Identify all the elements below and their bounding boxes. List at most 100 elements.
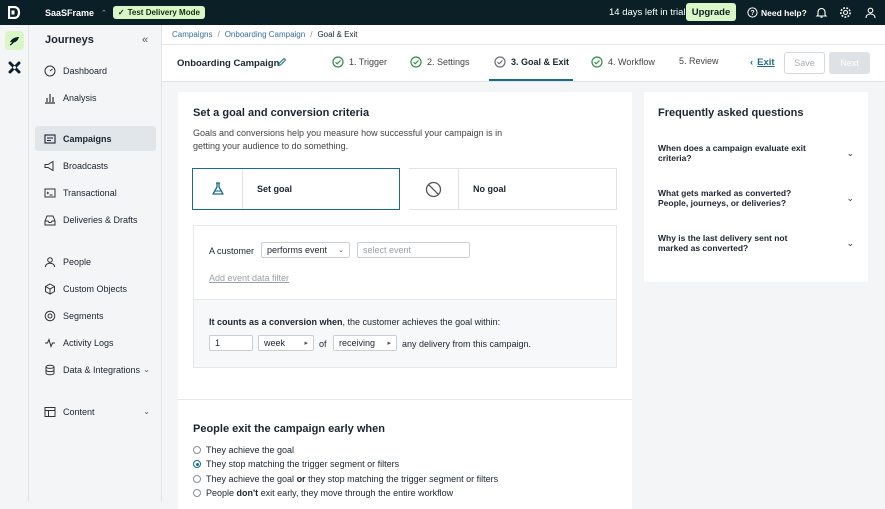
collapse-sidebar-icon[interactable]: « [142, 34, 148, 46]
gear-icon[interactable] [839, 6, 852, 19]
check-circle-icon [410, 56, 422, 68]
bar-chart-icon [44, 92, 56, 104]
no-goal-label: No goal [473, 184, 506, 194]
next-button[interactable]: Next [829, 52, 870, 74]
step-bar: Onboarding Campaign 1. Trigger 2. Settin… [162, 45, 885, 82]
caret-icon: ▸ [387, 340, 391, 347]
check-circle-icon [494, 56, 506, 68]
sidebar-item-segments[interactable]: Segments [35, 303, 156, 328]
faq-item[interactable]: What gets marked as converted? People, j… [658, 188, 854, 208]
app-logo-icon[interactable] [0, 0, 29, 25]
database-icon [44, 364, 56, 376]
step-label: 3. Goal & Exit [511, 57, 570, 67]
faq-item[interactable]: When does a campaign evaluate exit crite… [658, 143, 854, 163]
faq-question: What gets marked as converted? People, j… [658, 188, 792, 208]
no-goal-option[interactable]: No goal [409, 168, 617, 210]
breadcrumb-separator: / [217, 30, 220, 39]
megaphone-icon [44, 160, 56, 172]
prohibited-icon [409, 169, 459, 209]
step-settings[interactable]: 2. Settings [410, 56, 470, 68]
terminal-icon [44, 187, 56, 199]
bell-icon[interactable] [815, 6, 828, 19]
step-label: 5. Review [679, 56, 719, 66]
exit-option-text: they stop matching the trigger segment o… [305, 474, 499, 484]
exit-link[interactable]: ‹ Exit [750, 57, 775, 68]
sidebar-item-label: Analysis [63, 92, 97, 103]
sidebar-item-campaigns[interactable]: Campaigns [35, 126, 156, 151]
exit-option-emphasis: don't [236, 488, 259, 498]
sidebar-item-label: Campaigns [63, 133, 112, 144]
sidebar: Journeys « Dashboard Analysis Campaigns … [29, 25, 162, 502]
select-event-input[interactable]: select event [357, 242, 470, 258]
sidebar-item-label: People [63, 256, 92, 267]
goal-event-row: A customer performs event ⌄ select event… [194, 226, 616, 300]
exit-option-emphasis: or [296, 474, 306, 484]
goal-panel: Set a goal and conversion criteria Goals… [178, 92, 632, 509]
upgrade-button[interactable]: Upgrade [686, 3, 736, 21]
gauge-icon [44, 65, 56, 77]
sidebar-item-people[interactable]: People [35, 249, 156, 274]
receiving-select[interactable]: receiving ▸ [333, 335, 397, 351]
event-type-select[interactable]: performs event ⌄ [261, 242, 350, 258]
add-event-filter-link[interactable]: Add event data filter [209, 273, 289, 283]
sidebar-item-dashboard[interactable]: Dashboard [35, 58, 156, 83]
breadcrumb-campaigns[interactable]: Campaigns [172, 30, 212, 39]
sidebar-item-label: Content [63, 406, 95, 417]
chevron-left-icon: ‹ [750, 57, 754, 68]
pencil-icon[interactable] [277, 57, 287, 67]
time-unit-select[interactable]: week ▸ [258, 335, 314, 351]
step-review[interactable]: 5. Review [679, 56, 719, 66]
svg-text:?: ? [750, 10, 754, 17]
faq-panel: Frequently asked questions When does a c… [644, 92, 868, 282]
help-button[interactable]: ? Need help? [747, 7, 807, 18]
exit-option-label: They achieve the goal [206, 445, 295, 455]
sidebar-item-label: Custom Objects [63, 283, 128, 294]
sidebar-item-deliveries[interactable]: Deliveries & Drafts [35, 207, 156, 232]
workspace-switcher-icon[interactable]: ⌃ [101, 9, 107, 17]
sidebar-item-data-integrations[interactable]: Data & Integrations ⌄ [35, 357, 156, 382]
breadcrumb-current: Goal & Exit [317, 30, 358, 39]
exit-option-goal-or-stop[interactable]: They achieve the goal or they stop match… [193, 474, 498, 484]
exit-option-text: exit early, they move through the entire… [258, 488, 454, 498]
radio-icon [193, 446, 201, 454]
chevron-down-icon[interactable]: ⌄ [143, 407, 150, 416]
step-workflow[interactable]: 4. Workflow [591, 56, 655, 68]
save-button[interactable]: Save [784, 52, 825, 74]
integrations-app-icon[interactable] [5, 58, 24, 77]
receiving-value: receiving [339, 338, 376, 348]
question-circle-icon: ? [747, 7, 758, 18]
exit-section: People exit the campaign early when They… [178, 399, 632, 509]
step-trigger[interactable]: 1. Trigger [332, 56, 387, 68]
chevron-down-icon: ⌄ [338, 247, 344, 254]
active-step-indicator [489, 79, 573, 81]
step-goal-exit[interactable]: 3. Goal & Exit [494, 56, 569, 68]
workspace-name[interactable]: SaaSFrame [45, 8, 94, 18]
journeys-app-icon[interactable] [5, 31, 24, 50]
sidebar-item-activity-logs[interactable]: Activity Logs [35, 330, 156, 355]
exit-option-achieve-goal[interactable]: They achieve the goal [193, 445, 294, 455]
faq-item[interactable]: Why is the last delivery sent not marked… [658, 233, 854, 253]
app-rail [0, 25, 29, 502]
chevron-down-icon[interactable]: ⌄ [143, 365, 150, 374]
exit-option-text: They achieve the goal [206, 474, 297, 484]
sidebar-item-broadcasts[interactable]: Broadcasts [35, 153, 156, 178]
sidebar-item-custom-objects[interactable]: Custom Objects [35, 276, 156, 301]
set-goal-option[interactable]: Set goal [192, 168, 400, 210]
caret-icon: ▸ [304, 340, 308, 347]
step-label: 4. Workflow [608, 57, 655, 67]
check-circle-icon [591, 56, 603, 68]
user-icon[interactable] [864, 6, 877, 19]
exit-option-stop-matching[interactable]: They stop matching the trigger segment o… [193, 459, 399, 469]
sidebar-item-content[interactable]: Content ⌄ [35, 399, 156, 424]
of-label: of [319, 339, 327, 349]
cube-icon [44, 282, 56, 295]
conversion-window-input[interactable]: 1 [209, 335, 253, 351]
sidebar-item-transactional[interactable]: Transactional [35, 180, 156, 205]
exit-option-text: People [206, 488, 237, 498]
breadcrumb-onboarding[interactable]: Onboarding Campaign [225, 30, 306, 39]
exit-option-label: People don't exit early, they move throu… [206, 488, 453, 498]
step-label: 2. Settings [427, 57, 470, 67]
test-mode-badge[interactable]: ✓ Test Delivery Mode [112, 6, 205, 19]
exit-option-no-early-exit[interactable]: People don't exit early, they move throu… [193, 488, 453, 498]
sidebar-item-analysis[interactable]: Analysis [35, 85, 156, 110]
